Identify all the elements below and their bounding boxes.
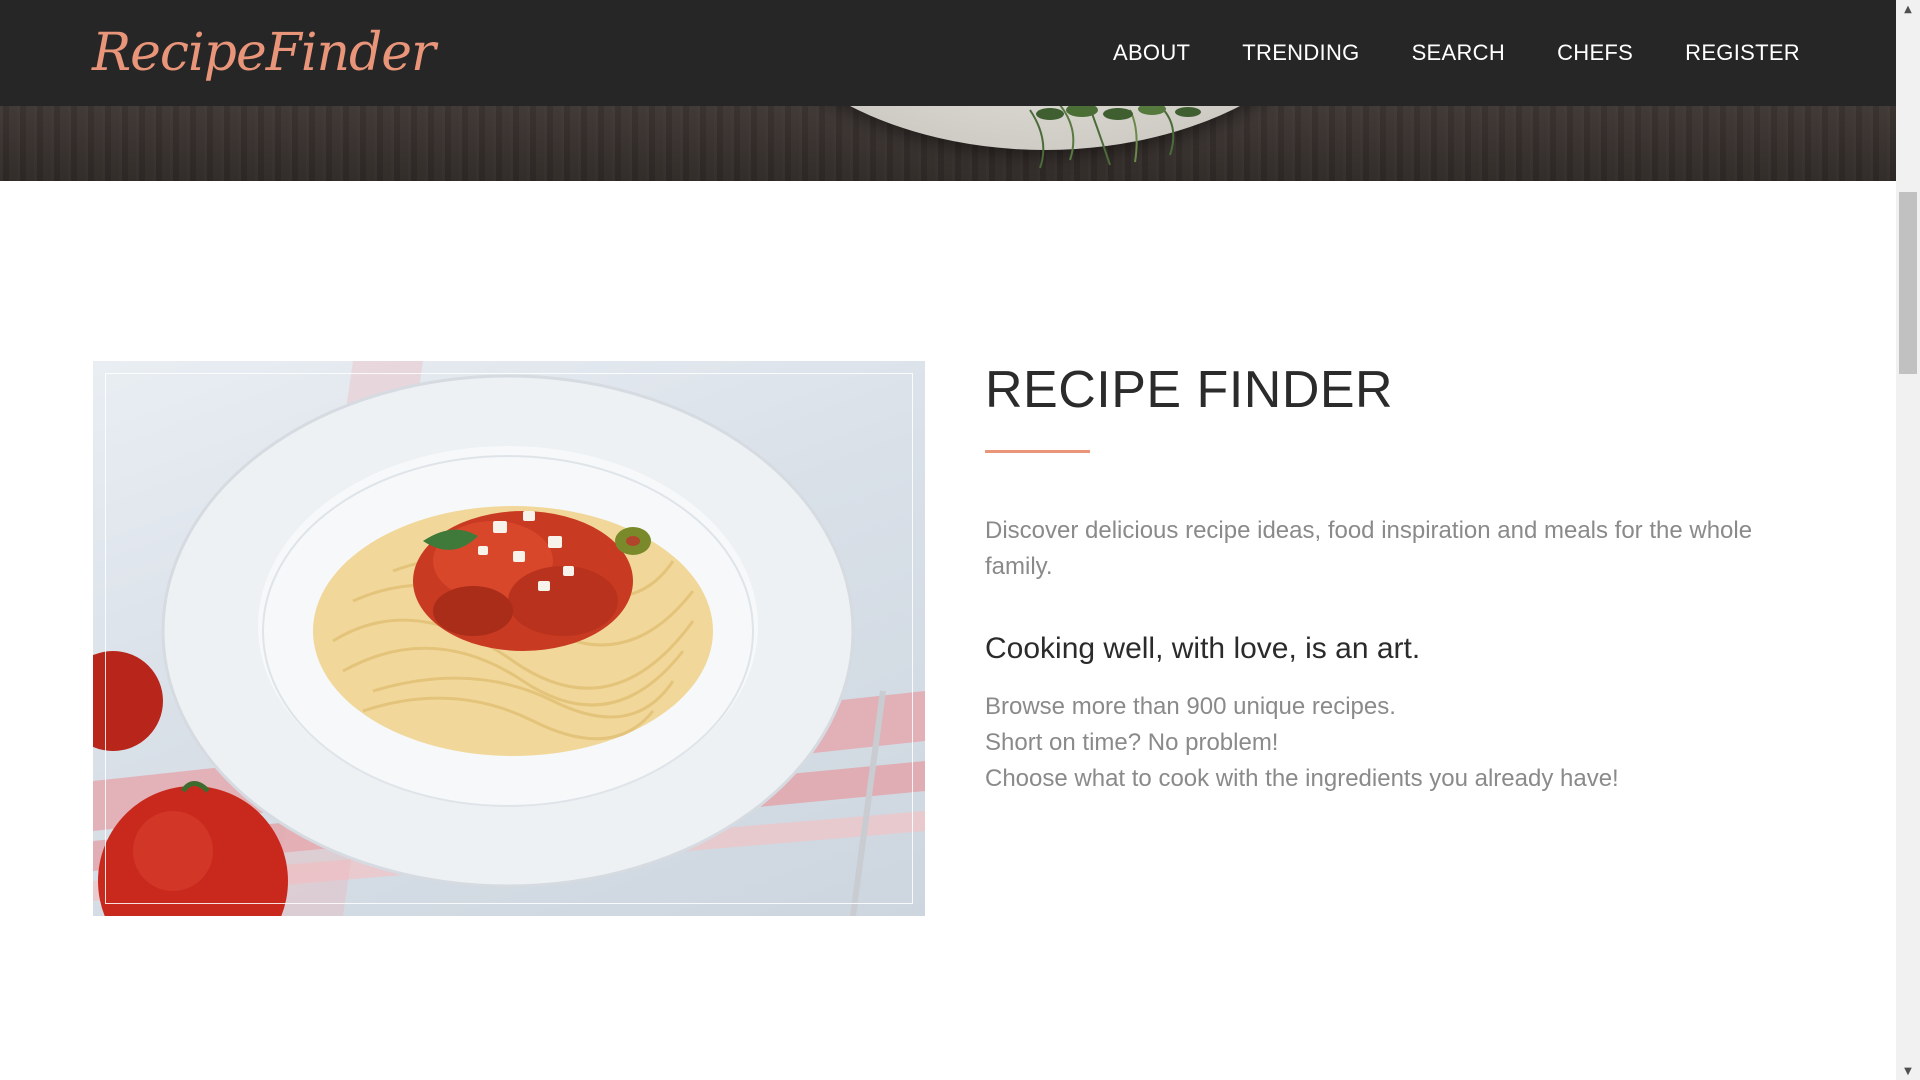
top-navbar: RecipeFinder ABOUT TRENDING SEARCH CHEFS… [0, 0, 1896, 106]
scroll-up-arrow-icon[interactable]: ▲ [1896, 0, 1920, 18]
feature-line: Choose what to cook with the ingredients… [985, 765, 1619, 792]
section-title: RECIPE FINDER [985, 361, 1394, 419]
hero-greens-image [1029, 103, 1201, 169]
page: RecipeFinder ABOUT TRENDING SEARCH CHEFS… [0, 0, 1896, 1080]
nav-link-search[interactable]: SEARCH [1412, 40, 1506, 66]
nav-link-register[interactable]: REGISTER [1685, 40, 1800, 66]
nav-links: ABOUT TRENDING SEARCH CHEFS REGISTER [1113, 0, 1800, 106]
tagline-heading: Cooking well, with love, is an art. [985, 632, 1421, 665]
about-section: RECIPE FINDER Discover delicious recipe … [985, 358, 1785, 797]
recipe-feature-image [93, 361, 925, 916]
nav-link-trending[interactable]: TRENDING [1242, 40, 1359, 66]
brand-logo[interactable]: RecipeFinder [92, 18, 436, 88]
spaghetti-plate-illustration [93, 361, 925, 916]
feature-line: Browse more than 900 unique recipes. [985, 693, 1396, 720]
scrollbar-thumb[interactable] [1899, 192, 1917, 374]
title-underline-divider [985, 450, 1090, 453]
nav-link-about[interactable]: ABOUT [1113, 40, 1190, 66]
intro-paragraph: Discover delicious recipe ideas, food in… [985, 517, 1753, 580]
scroll-down-arrow-icon[interactable]: ▼ [1896, 1062, 1920, 1080]
page-scrollbar[interactable]: ▲ ▼ [1896, 0, 1920, 1080]
feature-line: Short on time? No problem! [985, 729, 1279, 756]
nav-link-chefs[interactable]: CHEFS [1557, 40, 1633, 66]
feature-lines: Browse more than 900 unique recipes. Sho… [985, 689, 1785, 797]
